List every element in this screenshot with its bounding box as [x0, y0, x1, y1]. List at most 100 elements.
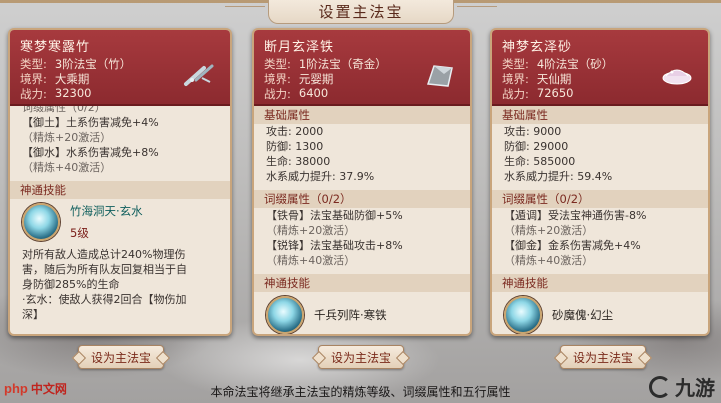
card-body[interactable]: 基础属性 攻击: 2000 防御: 1300 生命: 38000 水系威力提升:…: [254, 106, 470, 334]
power-label: 战力:: [502, 87, 529, 101]
type-row: 类型: 4阶法宝（砂）: [502, 56, 613, 72]
treasure-card-2[interactable]: 断月玄泽铁 类型: 1阶法宝（奇金） 境界: 元婴期 战力: 6400 基础属性…: [252, 28, 472, 336]
button-label: 设为主法宝: [90, 350, 151, 365]
stat-defense: 防御: 1300: [254, 139, 470, 154]
power-row: 战力: 32300: [20, 86, 91, 102]
base-stats-title: 基础属性: [492, 106, 708, 124]
set-main-treasure-button-1[interactable]: 设为主法宝: [78, 345, 164, 369]
skill-level: 5级: [70, 226, 89, 240]
base-stats-title: 基础属性: [254, 106, 470, 124]
stat-label: 生命:: [266, 155, 292, 168]
affix-line: 【御金】金系伤害减免+4%: [504, 239, 641, 252]
type-row: 类型: 3阶法宝（竹）: [20, 56, 131, 72]
stat-label: 水系威力提升:: [504, 170, 574, 183]
stat-hp: 生命: 585000: [492, 154, 708, 169]
skill-desc-line: 对所有敌人造成总计240%物理伤: [22, 248, 186, 261]
skill-row: 千兵列阵·寒铁: [254, 292, 470, 334]
watermark-right: 九游: [649, 372, 715, 401]
treasure-name: 寒梦寒露竹: [20, 40, 91, 55]
realm-row: 境界: 大乘期: [20, 71, 89, 87]
skill-extra-line: 深】: [22, 308, 44, 321]
affix-condition: （精炼+40激活）: [504, 254, 594, 267]
footer-hint: 本命法宝将继承主法宝的精炼等级、词缀属性和五行属性: [210, 385, 511, 399]
affix-line: 【御水】水系伤害减免+8%: [22, 146, 159, 159]
set-main-treasure-button-3[interactable]: 设为主法宝: [560, 345, 646, 369]
power-row: 战力: 72650: [502, 86, 573, 102]
realm-row: 境界: 天仙期: [502, 71, 571, 87]
stat-hp: 生命: 38000: [254, 154, 470, 169]
type-label: 类型:: [264, 57, 291, 71]
stat-attack: 攻击: 9000: [492, 124, 708, 139]
type-label: 类型:: [20, 57, 47, 71]
skill-extra-line: ·玄水：使敌人获得2回合【物伤加: [22, 293, 187, 306]
realm-label: 境界:: [264, 72, 291, 86]
skill-desc-line: 害，随后为所有队友回复相当于自: [22, 263, 187, 276]
stat-defense: 防御: 29000: [492, 139, 708, 154]
affix-condition: （精炼+20激活）: [22, 131, 112, 144]
realm-value: 大乘期: [54, 72, 90, 86]
sand-skill-icon: [504, 296, 542, 334]
watermark-logo-icon: [649, 375, 671, 398]
skill-row: 砂魔傀·幻尘: [492, 292, 708, 334]
skill-name: 砂魔傀·幻尘: [552, 308, 614, 322]
realm-value: 天仙期: [536, 72, 572, 86]
stat-attack: 攻击: 2000: [254, 124, 470, 139]
affix-line: 【御土】土系伤害减免+4%: [22, 116, 159, 129]
set-main-treasure-button-2[interactable]: 设为主法宝: [318, 345, 404, 369]
water-skill-icon: [22, 203, 60, 241]
card-body[interactable]: 词缀属性（0/2） 【御土】土系伤害减免+4% （精炼+20激活） 【御水】水系…: [10, 106, 230, 334]
stat-water-power: 水系威力提升: 59.4%: [492, 169, 708, 184]
screen-title-text: 设置主法宝: [318, 3, 404, 21]
watermark-right-text: 九游: [675, 376, 715, 400]
stat-value: 585000: [533, 155, 576, 168]
card-header: 寒梦寒露竹 类型: 3阶法宝（竹） 境界: 大乘期 战力: 32300: [10, 30, 230, 106]
skill-name: 千兵列阵·寒铁: [314, 308, 387, 322]
card-body[interactable]: 基础属性 攻击: 9000 防御: 29000 生命: 585000 水系威力提…: [492, 106, 708, 334]
skill-description: 对所有敌人造成总计240%物理伤 害，随后为所有队友回复相当于自 身防御285%…: [10, 245, 230, 324]
power-label: 战力:: [264, 87, 291, 101]
treasure-card-3[interactable]: 神梦玄泽砂 类型: 4阶法宝（砂） 境界: 天仙期 战力: 72650 基础属性…: [490, 28, 710, 336]
skill-row: 竹海洞天·玄水 5级: [10, 199, 230, 245]
affix-condition: （精炼+40激活）: [22, 161, 112, 174]
screen-title: 设置主法宝: [225, 0, 497, 24]
card-header: 神梦玄泽砂 类型: 4阶法宝（砂） 境界: 天仙期 战力: 72650: [492, 30, 708, 106]
watermark-php: php: [4, 381, 28, 396]
stat-label: 攻击:: [504, 125, 530, 138]
power-row: 战力: 6400: [264, 86, 328, 102]
affix-condition: （精炼+20激活）: [504, 224, 594, 237]
type-value: 3阶法宝（竹）: [54, 57, 132, 71]
iron-skill-icon: [266, 296, 304, 334]
skill-name: 竹海洞天·玄水: [70, 204, 143, 218]
affix-section-title: 词缀属性（0/2）: [254, 190, 470, 208]
affix-condition: （精炼+20激活）: [266, 224, 356, 237]
stat-label: 防御:: [266, 140, 292, 153]
affix-condition: （精炼+40激活）: [266, 254, 356, 267]
type-value: 1阶法宝（奇金）: [298, 57, 387, 71]
affix-line: 【遁调】受法宝神通伤害-8%: [504, 209, 647, 222]
affix-line: 【铁骨】法宝基础防御+5%: [266, 209, 403, 222]
watermark-cn: 中文网: [30, 382, 67, 396]
power-label: 战力:: [20, 87, 47, 101]
treasure-name: 神梦玄泽砂: [502, 40, 573, 55]
treasure-card-1[interactable]: 寒梦寒露竹 类型: 3阶法宝（竹） 境界: 大乘期 战力: 32300 词缀属性…: [8, 28, 232, 336]
realm-label: 境界:: [20, 72, 47, 86]
stat-value: 59.4%: [577, 170, 613, 183]
stat-label: 防御:: [504, 140, 530, 153]
treasure-name: 断月玄泽铁: [264, 40, 335, 55]
realm-label: 境界:: [502, 72, 529, 86]
button-label: 设为主法宝: [330, 350, 391, 365]
stat-value: 2000: [295, 125, 324, 138]
realm-row: 境界: 元婴期: [264, 71, 333, 87]
affix-title-partial: 词缀属性（0/2）: [22, 106, 106, 114]
sand-treasure-icon: [660, 60, 694, 90]
realm-value: 元婴期: [298, 72, 334, 86]
button-label: 设为主法宝: [572, 350, 633, 365]
watermark-left: php 中文网: [4, 380, 67, 397]
stat-value: 38000: [295, 155, 331, 168]
skill-section-title: 神通技能: [254, 274, 470, 292]
power-value: 6400: [298, 86, 329, 100]
stat-water-power: 水系威力提升: 37.9%: [254, 169, 470, 184]
stat-label: 水系威力提升:: [266, 170, 336, 183]
affix-line: 【锐锋】法宝基础攻击+8%: [266, 239, 403, 252]
skill-section-title: 神通技能: [492, 274, 708, 292]
